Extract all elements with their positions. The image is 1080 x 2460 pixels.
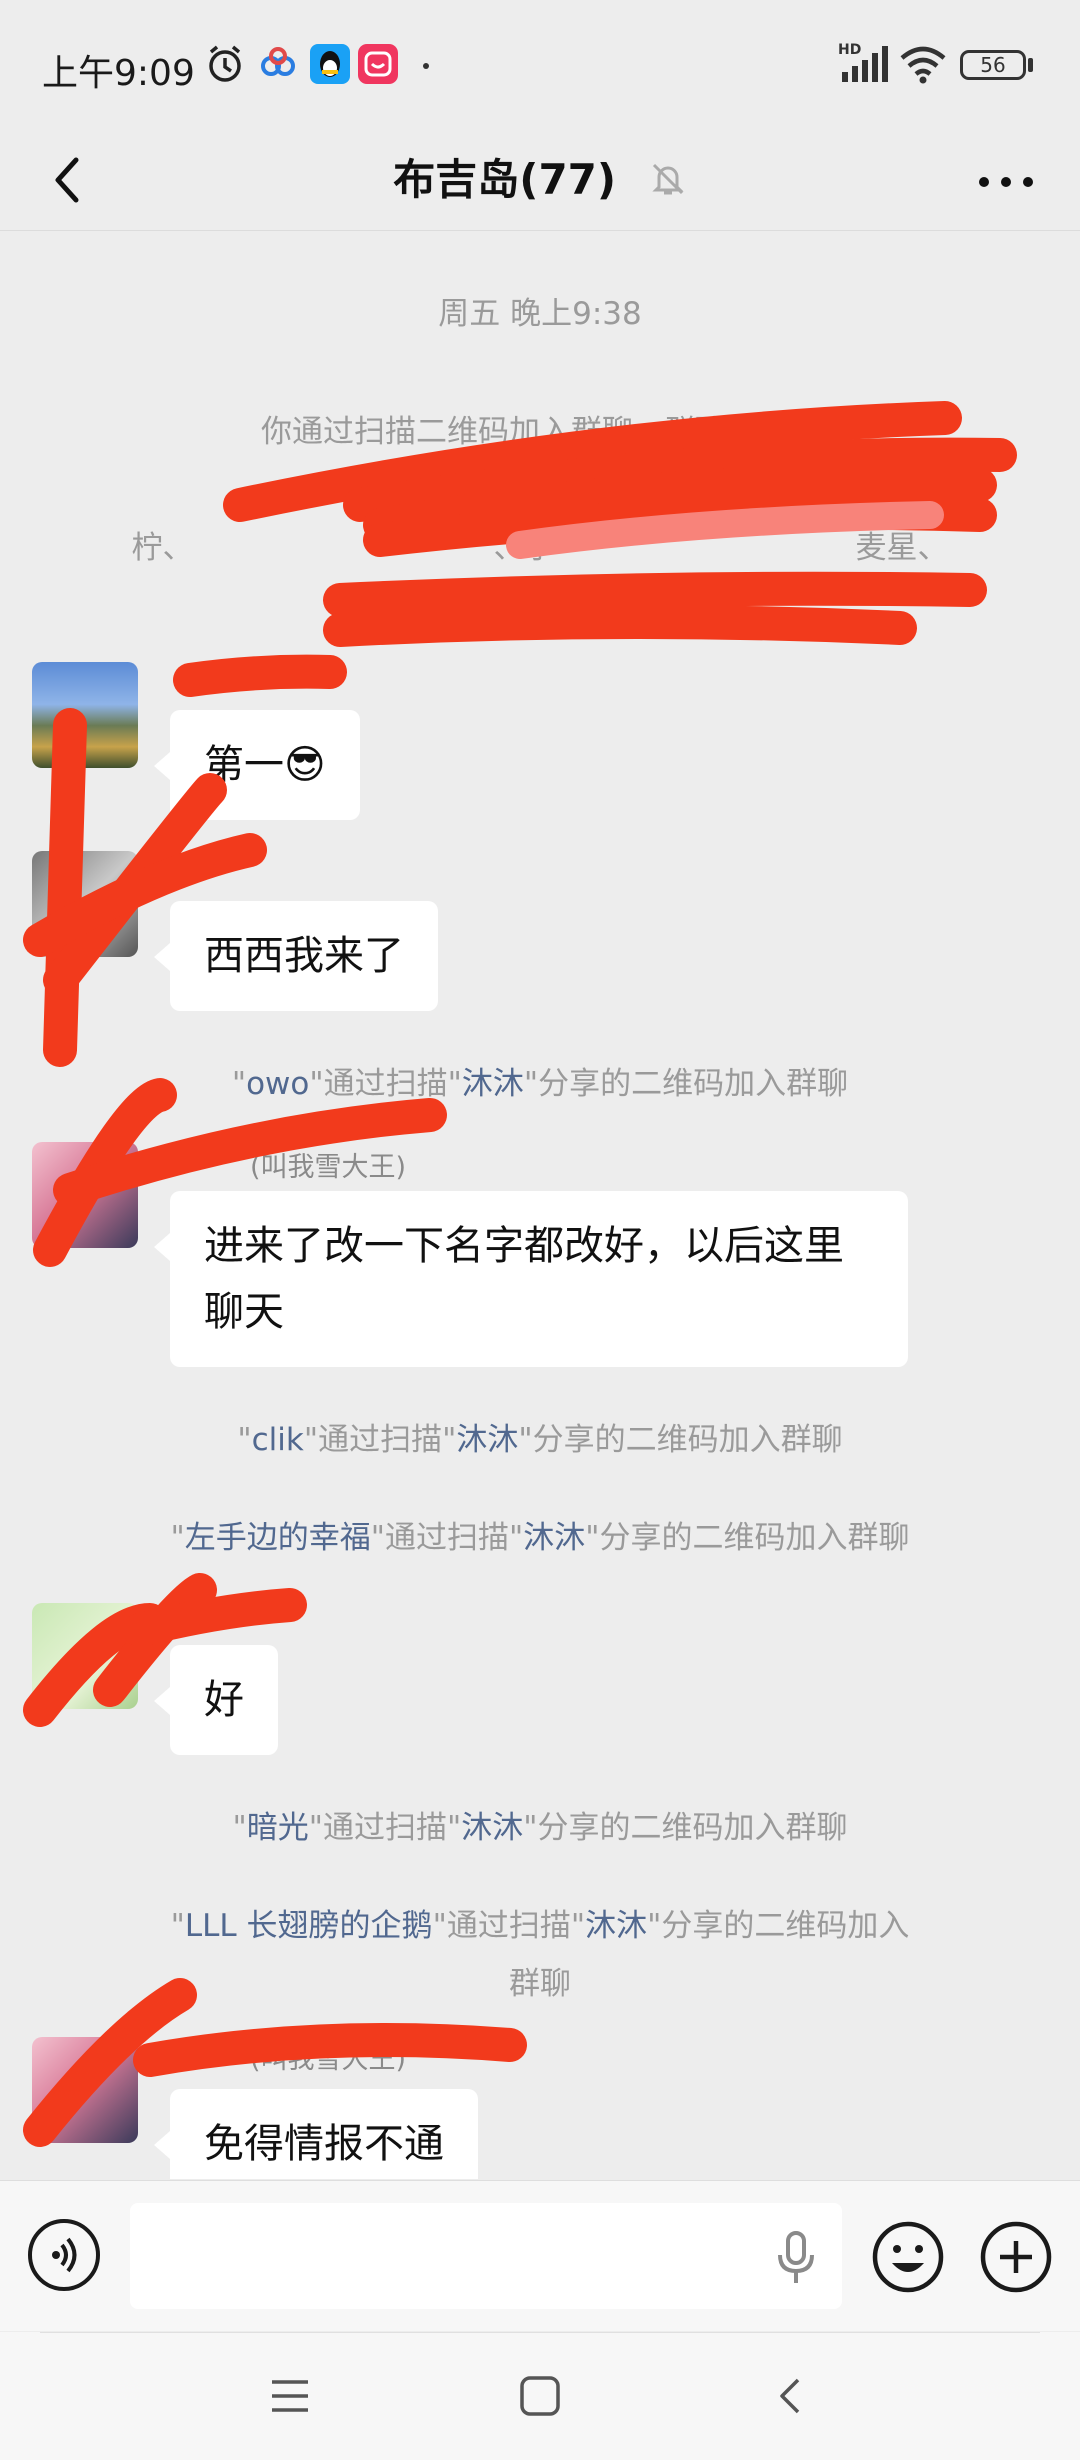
home-square-icon[interactable] [518, 2374, 562, 2418]
avatar[interactable] [32, 2037, 138, 2143]
join-notice-line: 柠、 、宁 麦星、 [131, 530, 949, 566]
system-navigation-bar [0, 2332, 1080, 2460]
message-text: 好 [204, 1677, 244, 1723]
sender-name: (叫我雪大王) [250, 2044, 407, 2075]
chat-message-list[interactable]: 周五 晚上9:38 你通过扫描二维码加入群聊，群聊参与人 还有：张 柠、 、宁 麦星… [0, 231, 1080, 2179]
message-text: 进来了改一下名字都改好，以后这里聊天 [204, 1223, 844, 1335]
signal-icon [842, 46, 888, 82]
join-notice-line: 你通过扫描二维码加入群聊，群聊参与人 [261, 414, 819, 450]
more-dots-icon[interactable] [966, 142, 1046, 222]
divider [40, 2332, 1040, 2333]
battery-level: 56 [980, 53, 1006, 77]
join-notice-line: 你 [524, 588, 556, 624]
plus-icon[interactable] [978, 2219, 1054, 2295]
message-text: 西西我来了 [204, 933, 404, 979]
message-text: 免得情报不通 [204, 2121, 444, 2167]
more-notifications-dot-icon [423, 63, 429, 69]
message-text: 第一😎 [204, 742, 326, 788]
avatar[interactable] [32, 662, 138, 768]
wifi-icon [900, 46, 946, 84]
date-divider: 周五 晚上9:38 [438, 296, 642, 332]
chat-title: 布吉岛(77) [393, 155, 617, 204]
back-nav-icon[interactable] [768, 2374, 812, 2418]
message-bubble[interactable]: 进来了改一下名字都改好，以后这里聊天 [154, 1191, 908, 1367]
avatar[interactable] [32, 851, 138, 957]
menu-icon[interactable] [268, 2374, 312, 2418]
join-notice: 你通过扫描二维码加入群聊，群聊参与人 还有：张 柠、 、宁 麦星、 你 [60, 403, 1020, 635]
message-bubble[interactable]: 第一😎 [154, 710, 360, 820]
join-notice-line: 还有：张 [478, 472, 602, 508]
message-input-bar [0, 2180, 1080, 2331]
battery-tip [1028, 58, 1033, 72]
message-input[interactable] [130, 2203, 842, 2309]
system-join-message: "owo"通过扫描"沐沐"分享的二维码加入群聊 [231, 1066, 849, 1102]
system-join-message: "暗光"通过扫描"沐沐"分享的二维码加入群聊 [232, 1810, 848, 1846]
avatar[interactable] [32, 1603, 138, 1709]
system-join-message: "左手边的幸福"通过扫描"沐沐"分享的二维码加入群聊 [170, 1520, 910, 1556]
avatar[interactable] [32, 1142, 138, 1248]
sender-name: (叫我雪大王) [250, 1152, 407, 1183]
system-join-message: "LLL 长翅膀的企鹅"通过扫描"沐沐"分享的二维码加入 群聊 [170, 1908, 910, 2002]
status-time: 上午9:09 [42, 53, 195, 94]
emoji-icon[interactable] [870, 2219, 946, 2295]
status-bar: 上午9:09 HD 56 [0, 0, 1080, 130]
alarm-icon [209, 45, 241, 82]
mute-bell-icon [652, 163, 684, 195]
app-notification-icon [358, 44, 398, 84]
message-bubble[interactable]: 免得情报不通 [154, 2089, 478, 2179]
system-join-message: "clik"通过扫描"沐沐"分享的二维码加入群聊 [237, 1422, 843, 1458]
voice-icon[interactable] [28, 2219, 100, 2291]
chat-header: 布吉岛(77) [0, 130, 1080, 231]
battery-icon: 56 [960, 50, 1026, 80]
chat-title-area[interactable]: 布吉岛(77) [0, 146, 1080, 207]
message-bubble[interactable]: 好 [154, 1645, 278, 1755]
mic-icon[interactable] [776, 2229, 816, 2285]
baidu-app-icon [261, 47, 295, 76]
message-bubble[interactable]: 西西我来了 [154, 901, 438, 1011]
qq-app-icon [310, 44, 350, 84]
